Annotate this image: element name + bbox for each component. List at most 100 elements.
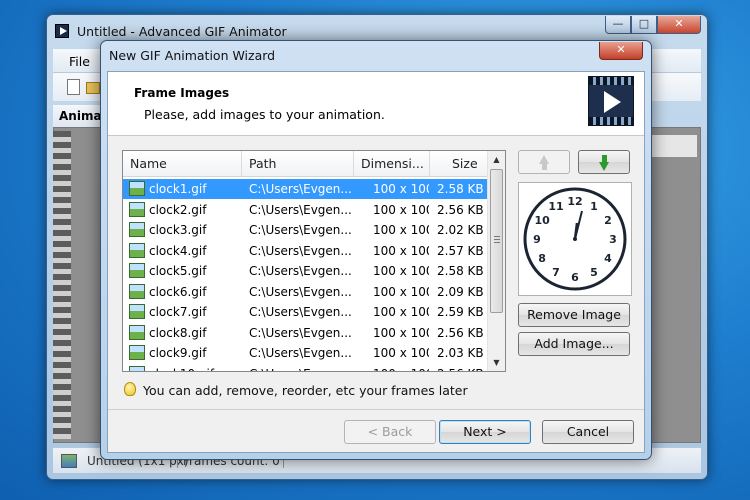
film-strip xyxy=(53,131,71,439)
cell-size: 2.03 KB xyxy=(437,346,483,360)
back-button[interactable]: < Back xyxy=(344,420,436,444)
column-header-path[interactable]: Path xyxy=(241,151,353,177)
clock-number: 1 xyxy=(590,200,598,213)
cell-dimensions: 100 x 100 xyxy=(373,305,429,319)
wizard-dialog: New GIF Animation Wizard ✕ Frame Images … xyxy=(100,40,652,460)
cell-size: 2.09 KB xyxy=(437,284,483,299)
clock-number: 6 xyxy=(571,271,579,284)
cell-size: 2.58 KB xyxy=(437,264,483,278)
main-window-title: Untitled - Advanced GIF Animator xyxy=(77,24,287,39)
cell-size: 2.58 KB xyxy=(437,182,483,196)
column-header-name[interactable]: Name xyxy=(123,151,241,177)
wizard-subheading: Please, add images to your animation. xyxy=(144,107,385,122)
close-button[interactable]: ✕ xyxy=(657,16,701,34)
list-row[interactable]: clock5.gif C:\Users\Evgen... 100 x 100 2.58… xyxy=(123,261,487,281)
image-file-icon xyxy=(129,324,145,340)
hint-text: You can add, remove, reorder, etc your f… xyxy=(143,383,468,398)
clock-number: 3 xyxy=(609,233,617,246)
clock-number: 11 xyxy=(548,200,563,213)
clock-number: 5 xyxy=(590,266,598,279)
image-icon xyxy=(61,454,77,468)
cell-dimensions: 100 x 100 xyxy=(373,346,429,360)
cell-path: C:\Users\Evgen... xyxy=(249,182,351,196)
clock-number: 7 xyxy=(552,266,560,279)
image-file-icon xyxy=(129,181,145,196)
cell-name: clock7.gif xyxy=(149,305,207,319)
column-header-size[interactable]: Size xyxy=(429,151,487,177)
cell-dimensions: 100 x 100 xyxy=(373,284,429,299)
move-down-button[interactable] xyxy=(578,150,630,174)
cell-size: 2.56 KB xyxy=(437,202,483,217)
image-file-icon xyxy=(129,242,145,258)
list-body: clock1.gif C:\Users\Evgen... 100 x 100 2.58… xyxy=(123,177,487,371)
arrow-down-icon xyxy=(599,162,609,171)
clock-number: 8 xyxy=(538,252,546,265)
clock-number: 12 xyxy=(567,195,582,208)
remove-image-button[interactable]: Remove Image xyxy=(518,303,630,327)
cell-size: 2.56 KB xyxy=(437,364,483,372)
lightbulb-icon xyxy=(124,382,136,396)
minimize-button[interactable]: — xyxy=(605,16,631,34)
scroll-thumb[interactable] xyxy=(490,169,503,313)
menu-file[interactable]: File xyxy=(69,54,90,69)
clock-number: 4 xyxy=(604,252,612,265)
cell-path: C:\Users\Evgen... xyxy=(249,325,351,340)
cancel-label: Cancel xyxy=(566,424,610,439)
cell-name: clock3.gif xyxy=(149,223,207,237)
image-file-icon xyxy=(129,345,145,360)
image-file-icon xyxy=(129,263,145,278)
back-label: < Back xyxy=(367,424,413,439)
cell-path: C:\Users\Evgen... xyxy=(249,264,351,278)
cell-size: 2.59 KB xyxy=(437,305,483,319)
scroll-down-arrow-icon[interactable]: ▼ xyxy=(488,354,505,371)
image-file-icon xyxy=(129,201,145,217)
app-film-icon xyxy=(55,24,69,38)
cell-dimensions: 100 x 100 xyxy=(373,202,429,217)
clock-number: 10 xyxy=(534,214,550,227)
list-row[interactable]: clock1.gif C:\Users\Evgen... 100 x 100 2.58… xyxy=(123,179,487,199)
list-row[interactable]: clock6.gif C:\Users\Evgen... 100 x 100 2.09… xyxy=(123,282,487,302)
cell-size: 2.57 KB xyxy=(437,243,483,258)
cell-name: clock1.gif xyxy=(149,182,207,196)
image-file-icon xyxy=(129,222,145,237)
new-document-icon[interactable] xyxy=(67,79,80,95)
clock-number: 9 xyxy=(533,233,541,246)
column-header-dimensions[interactable]: Dimensi... xyxy=(353,151,429,177)
list-row[interactable]: clock8.gif C:\Users\Evgen... 100 x 100 2.56… xyxy=(123,323,487,343)
cell-name: clock5.gif xyxy=(149,264,207,278)
vertical-scrollbar[interactable]: ▲ ▼ xyxy=(487,151,505,371)
list-row[interactable]: clock7.gif C:\Users\Evgen... 100 x 100 2.59… xyxy=(123,302,487,322)
list-row[interactable]: clock2.gif C:\Users\Evgen... 100 x 100 2.56… xyxy=(123,200,487,220)
cell-name: clock10.gif xyxy=(149,364,239,372)
list-row[interactable]: clock9.gif C:\Users\Evgen... 100 x 100 2.03… xyxy=(123,343,487,363)
add-image-button[interactable]: Add Image... xyxy=(518,332,630,356)
wizard-heading: Frame Images xyxy=(134,86,230,100)
footer-divider xyxy=(108,409,644,410)
maximize-button[interactable]: □ xyxy=(631,16,657,34)
cell-path: C:\Users\Evgen... xyxy=(249,305,351,319)
cell-size: 2.56 KB xyxy=(437,325,483,340)
cell-path: C:\Users\Evgen... xyxy=(249,243,351,258)
cell-path: C:\Users\Evgen... xyxy=(249,284,351,299)
dialog-client: Frame Images Please, add images to your … xyxy=(107,71,645,453)
cell-name: clock8.gif xyxy=(149,325,207,340)
move-up-button[interactable] xyxy=(518,150,570,174)
cell-dimensions: 100 x 100 xyxy=(373,182,429,196)
cell-path: C:\Users\Evgen... xyxy=(249,202,351,217)
clock-preview-image: 12 12 3 45678 9 1011 xyxy=(523,187,627,291)
scroll-up-arrow-icon[interactable]: ▲ xyxy=(488,151,505,168)
list-row[interactable]: clock4.gif C:\Users\Evgen... 100 x 100 2.57… xyxy=(123,241,487,261)
dialog-title: New GIF Animation Wizard xyxy=(109,48,276,63)
next-button[interactable]: Next > xyxy=(439,420,531,444)
cell-dimensions: 100 x 100 xyxy=(373,325,429,340)
dialog-close-button[interactable]: ✕ xyxy=(599,42,643,60)
open-folder-icon[interactable] xyxy=(86,82,100,94)
list-row[interactable]: clock10.gif C:\Users\Evgen... 100 x 100 2.5… xyxy=(123,364,487,372)
frame-list[interactable]: Name Path Dimensi... Size clock1.gif C:\U… xyxy=(122,150,506,372)
cell-dimensions: 100 x 100 xyxy=(373,364,429,372)
cancel-button[interactable]: Cancel xyxy=(542,420,634,444)
cell-dimensions: 100 x 100 xyxy=(373,243,429,258)
image-file-icon xyxy=(129,283,145,299)
cell-name: clock6.gif xyxy=(149,284,207,299)
list-row[interactable]: clock3.gif C:\Users\Evgen... 100 x 100 2.02… xyxy=(123,220,487,240)
